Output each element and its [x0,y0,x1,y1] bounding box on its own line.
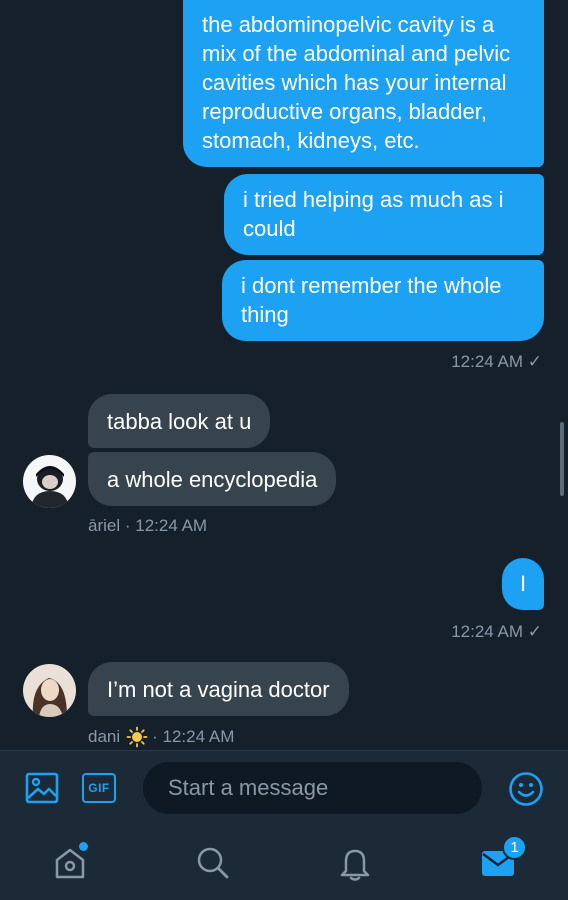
message-bubble-incoming[interactable]: I’m not a vagina doctor [88,662,349,716]
message-bubble-outgoing[interactable]: i tried helping as much as i could [224,174,544,255]
message-input[interactable] [143,762,482,814]
tab-messages[interactable]: 1 [476,835,527,888]
scrollbar[interactable] [560,422,564,496]
message-sender-meta: dani · 12:24 AM [88,726,234,748]
avatar-dani-image [23,664,76,717]
conversation-thread: the abdominopelvic cavity is a mix of th… [0,0,568,750]
avatar-dani[interactable] [23,664,76,717]
gif-icon: GIF [82,773,116,803]
avatar-ariel[interactable] [23,455,76,508]
tab-search[interactable] [191,838,235,888]
message-timestamp: 12:24 AM ✓ [451,352,542,371]
message-bubble-incoming[interactable]: tabba look at u [88,394,271,448]
message-bubble-incoming[interactable]: a whole encyclopedia [88,452,337,506]
sender-name: āriel [88,516,121,535]
search-icon [197,847,229,879]
emoji-button[interactable] [507,770,545,808]
message-bubble-outgoing[interactable]: i dont remember the whole thing [222,260,544,341]
message-time: · 12:24 AM [152,727,235,746]
message-sender-meta: āriel · 12:24 AM [88,516,207,536]
gif-button[interactable]: GIF [81,772,117,804]
add-photo-button[interactable] [24,770,60,806]
message-bubble-outgoing[interactable]: the abdominopelvic cavity is a mix of th… [183,0,544,167]
home-notification-dot [79,842,88,851]
avatar-ariel-image [23,455,76,508]
sun-icon [126,726,148,748]
sender-name: dani [88,727,121,746]
message-bubble-outgoing[interactable]: I [502,558,544,610]
notifications-icon [340,849,370,881]
image-icon [25,772,59,804]
message-time: · 12:24 AM [124,516,208,535]
message-timestamp: 12:24 AM ✓ [451,622,542,641]
emoji-icon [509,772,543,806]
tab-home[interactable] [48,838,92,888]
tab-notifications[interactable] [333,838,377,888]
messages-badge: 1 [502,835,527,860]
